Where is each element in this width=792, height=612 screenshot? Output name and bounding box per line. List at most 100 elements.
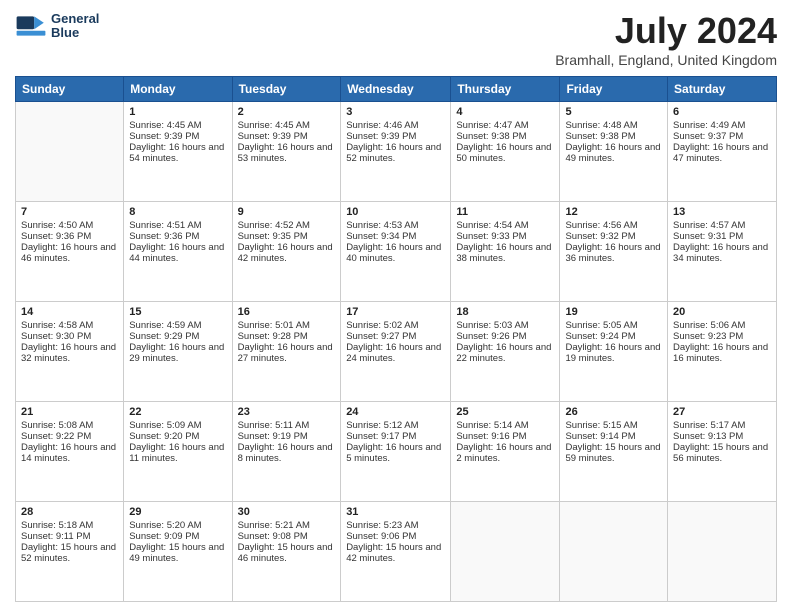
sunrise-text: Sunrise: 5:05 AM — [565, 320, 637, 331]
calendar-cell: 10 Sunrise: 4:53 AM Sunset: 9:34 PM Dayl… — [341, 202, 451, 302]
logo-line2: Blue — [51, 26, 99, 40]
calendar-cell: 13 Sunrise: 4:57 AM Sunset: 9:31 PM Dayl… — [668, 202, 777, 302]
sunset-text: Sunset: 9:38 PM — [456, 131, 526, 142]
daylight-text: Daylight: 16 hours and 19 minutes. — [565, 342, 660, 364]
day-number: 31 — [346, 506, 445, 518]
daylight-text: Daylight: 16 hours and 2 minutes. — [456, 442, 551, 464]
logo-icon — [15, 10, 47, 42]
day-number: 5 — [565, 106, 662, 118]
header: General Blue July 2024 Bramhall, England… — [15, 10, 777, 68]
day-number: 26 — [565, 406, 662, 418]
sunrise-text: Sunrise: 4:51 AM — [129, 220, 201, 231]
calendar-cell: 18 Sunrise: 5:03 AM Sunset: 9:26 PM Dayl… — [451, 302, 560, 402]
daylight-text: Daylight: 15 hours and 42 minutes. — [346, 542, 441, 564]
sunset-text: Sunset: 9:29 PM — [129, 331, 199, 342]
sunset-text: Sunset: 9:30 PM — [21, 331, 91, 342]
sunset-text: Sunset: 9:36 PM — [21, 231, 91, 242]
day-number: 20 — [673, 306, 771, 318]
calendar-cell: 20 Sunrise: 5:06 AM Sunset: 9:23 PM Dayl… — [668, 302, 777, 402]
sunrise-text: Sunrise: 5:17 AM — [673, 420, 745, 431]
sunset-text: Sunset: 9:37 PM — [673, 131, 743, 142]
calendar-cell: 16 Sunrise: 5:01 AM Sunset: 9:28 PM Dayl… — [232, 302, 341, 402]
calendar-cell: 22 Sunrise: 5:09 AM Sunset: 9:20 PM Dayl… — [124, 402, 232, 502]
table-row: 1 Sunrise: 4:45 AM Sunset: 9:39 PM Dayli… — [16, 102, 777, 202]
calendar-cell: 23 Sunrise: 5:11 AM Sunset: 9:19 PM Dayl… — [232, 402, 341, 502]
table-row: 28 Sunrise: 5:18 AM Sunset: 9:11 PM Dayl… — [16, 502, 777, 602]
sunset-text: Sunset: 9:39 PM — [346, 131, 416, 142]
calendar-cell: 17 Sunrise: 5:02 AM Sunset: 9:27 PM Dayl… — [341, 302, 451, 402]
logo-line1: General — [51, 12, 99, 26]
logo: General Blue — [15, 10, 99, 42]
sunrise-text: Sunrise: 4:47 AM — [456, 120, 528, 131]
calendar-cell: 15 Sunrise: 4:59 AM Sunset: 9:29 PM Dayl… — [124, 302, 232, 402]
sunrise-text: Sunrise: 5:01 AM — [238, 320, 310, 331]
col-saturday: Saturday — [668, 77, 777, 102]
sunrise-text: Sunrise: 5:23 AM — [346, 520, 418, 531]
daylight-text: Daylight: 16 hours and 34 minutes. — [673, 242, 768, 264]
sunrise-text: Sunrise: 4:58 AM — [21, 320, 93, 331]
calendar-cell: 12 Sunrise: 4:56 AM Sunset: 9:32 PM Dayl… — [560, 202, 668, 302]
calendar-cell: 4 Sunrise: 4:47 AM Sunset: 9:38 PM Dayli… — [451, 102, 560, 202]
daylight-text: Daylight: 16 hours and 5 minutes. — [346, 442, 441, 464]
sunset-text: Sunset: 9:39 PM — [238, 131, 308, 142]
calendar-cell: 26 Sunrise: 5:15 AM Sunset: 9:14 PM Dayl… — [560, 402, 668, 502]
day-number: 16 — [238, 306, 336, 318]
calendar-cell: 11 Sunrise: 4:54 AM Sunset: 9:33 PM Dayl… — [451, 202, 560, 302]
sunset-text: Sunset: 9:32 PM — [565, 231, 635, 242]
page: General Blue July 2024 Bramhall, England… — [0, 0, 792, 612]
day-number: 10 — [346, 206, 445, 218]
daylight-text: Daylight: 16 hours and 44 minutes. — [129, 242, 224, 264]
daylight-text: Daylight: 16 hours and 40 minutes. — [346, 242, 441, 264]
sunset-text: Sunset: 9:14 PM — [565, 431, 635, 442]
calendar-cell: 14 Sunrise: 4:58 AM Sunset: 9:30 PM Dayl… — [16, 302, 124, 402]
calendar-cell — [560, 502, 668, 602]
sunrise-text: Sunrise: 4:57 AM — [673, 220, 745, 231]
day-number: 30 — [238, 506, 336, 518]
day-number: 24 — [346, 406, 445, 418]
sunset-text: Sunset: 9:24 PM — [565, 331, 635, 342]
sunset-text: Sunset: 9:39 PM — [129, 131, 199, 142]
sunrise-text: Sunrise: 5:21 AM — [238, 520, 310, 531]
daylight-text: Daylight: 16 hours and 42 minutes. — [238, 242, 333, 264]
day-number: 17 — [346, 306, 445, 318]
day-number: 4 — [456, 106, 554, 118]
daylight-text: Daylight: 16 hours and 46 minutes. — [21, 242, 116, 264]
sunrise-text: Sunrise: 5:11 AM — [238, 420, 310, 431]
daylight-text: Daylight: 16 hours and 38 minutes. — [456, 242, 551, 264]
daylight-text: Daylight: 16 hours and 36 minutes. — [565, 242, 660, 264]
day-number: 11 — [456, 206, 554, 218]
day-number: 21 — [21, 406, 118, 418]
sunset-text: Sunset: 9:23 PM — [673, 331, 743, 342]
day-number: 8 — [129, 206, 226, 218]
daylight-text: Daylight: 16 hours and 50 minutes. — [456, 142, 551, 164]
sunset-text: Sunset: 9:22 PM — [21, 431, 91, 442]
col-wednesday: Wednesday — [341, 77, 451, 102]
sunrise-text: Sunrise: 4:45 AM — [238, 120, 310, 131]
day-number: 28 — [21, 506, 118, 518]
month-title: July 2024 — [555, 10, 777, 52]
sunset-text: Sunset: 9:27 PM — [346, 331, 416, 342]
col-tuesday: Tuesday — [232, 77, 341, 102]
sunset-text: Sunset: 9:13 PM — [673, 431, 743, 442]
sunrise-text: Sunrise: 4:59 AM — [129, 320, 201, 331]
daylight-text: Daylight: 16 hours and 53 minutes. — [238, 142, 333, 164]
calendar-cell: 31 Sunrise: 5:23 AM Sunset: 9:06 PM Dayl… — [341, 502, 451, 602]
day-number: 18 — [456, 306, 554, 318]
table-row: 7 Sunrise: 4:50 AM Sunset: 9:36 PM Dayli… — [16, 202, 777, 302]
sunset-text: Sunset: 9:19 PM — [238, 431, 308, 442]
sunset-text: Sunset: 9:35 PM — [238, 231, 308, 242]
sunrise-text: Sunrise: 4:53 AM — [346, 220, 418, 231]
day-number: 12 — [565, 206, 662, 218]
daylight-text: Daylight: 16 hours and 22 minutes. — [456, 342, 551, 364]
sunset-text: Sunset: 9:26 PM — [456, 331, 526, 342]
daylight-text: Daylight: 16 hours and 8 minutes. — [238, 442, 333, 464]
sunrise-text: Sunrise: 4:50 AM — [21, 220, 93, 231]
calendar-cell: 19 Sunrise: 5:05 AM Sunset: 9:24 PM Dayl… — [560, 302, 668, 402]
calendar-cell: 30 Sunrise: 5:21 AM Sunset: 9:08 PM Dayl… — [232, 502, 341, 602]
sunrise-text: Sunrise: 5:12 AM — [346, 420, 418, 431]
daylight-text: Daylight: 16 hours and 27 minutes. — [238, 342, 333, 364]
sunrise-text: Sunrise: 5:03 AM — [456, 320, 528, 331]
daylight-text: Daylight: 15 hours and 52 minutes. — [21, 542, 116, 564]
calendar-cell: 6 Sunrise: 4:49 AM Sunset: 9:37 PM Dayli… — [668, 102, 777, 202]
calendar-cell: 9 Sunrise: 4:52 AM Sunset: 9:35 PM Dayli… — [232, 202, 341, 302]
